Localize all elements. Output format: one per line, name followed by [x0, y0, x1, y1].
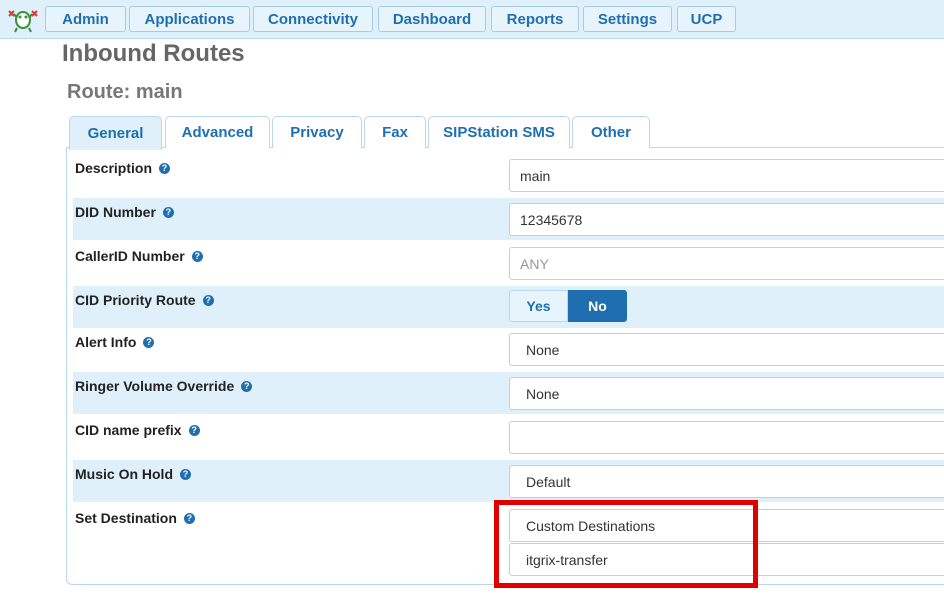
nav-ucp-button[interactable]: UCP	[677, 6, 736, 32]
tab-other[interactable]: Other	[572, 116, 650, 148]
callerid-number-label: CallerID Number ?	[75, 248, 203, 264]
help-icon[interactable]: ?	[162, 206, 174, 218]
nav-reports-button[interactable]: Reports	[491, 6, 579, 32]
cid-priority-yes-button[interactable]: Yes	[509, 290, 568, 322]
freepbx-logo-icon[interactable]	[5, 5, 41, 33]
top-nav-bar: Admin Applications Connectivity Dashboar…	[0, 0, 944, 39]
nav-applications-button[interactable]: Applications	[129, 6, 250, 32]
help-icon[interactable]: ?	[241, 380, 253, 392]
description-label: Description ?	[75, 160, 171, 176]
tab-general[interactable]: General	[69, 116, 162, 150]
callerid-number-input[interactable]: ANY	[509, 247, 944, 280]
nav-connectivity-button[interactable]: Connectivity	[253, 6, 373, 32]
help-icon[interactable]: ?	[188, 424, 200, 436]
description-input[interactable]: main	[509, 159, 944, 192]
tab-privacy[interactable]: Privacy	[272, 116, 362, 148]
set-destination-label: Set Destination ?	[75, 510, 195, 526]
nav-settings-button[interactable]: Settings	[583, 6, 672, 32]
did-number-input[interactable]: 12345678	[509, 203, 944, 236]
tab-advanced[interactable]: Advanced	[165, 116, 270, 148]
route-title: Route: main	[67, 81, 183, 103]
help-icon[interactable]: ?	[191, 250, 203, 262]
cid-name-prefix-input[interactable]	[509, 421, 944, 454]
help-icon[interactable]: ?	[159, 162, 171, 174]
tab-sipstation-sms[interactable]: SIPStation SMS	[428, 116, 570, 148]
highlight-box	[494, 500, 758, 588]
alert-info-select[interactable]: None	[509, 333, 944, 366]
help-icon[interactable]: ?	[180, 468, 191, 480]
cid-priority-route-label: CID Priority Route ?	[75, 292, 214, 308]
cid-priority-route-toggle: Yes No	[509, 290, 627, 322]
music-on-hold-select[interactable]: Default	[509, 465, 944, 498]
cid-name-prefix-label: CID name prefix ?	[75, 422, 200, 438]
help-icon[interactable]: ?	[202, 294, 214, 306]
page-title: Inbound Routes	[62, 40, 245, 67]
nav-dashboard-button[interactable]: Dashboard	[378, 6, 486, 32]
help-icon[interactable]: ?	[183, 512, 195, 524]
ringer-volume-override-select[interactable]: None	[509, 377, 944, 410]
tab-fax[interactable]: Fax	[364, 116, 426, 148]
alert-info-label: Alert Info ?	[75, 334, 155, 350]
music-on-hold-label: Music On Hold ?	[75, 466, 191, 482]
did-number-label: DID Number ?	[75, 204, 174, 220]
cid-priority-no-button[interactable]: No	[568, 290, 627, 322]
ringer-volume-override-label: Ringer Volume Override ?	[75, 378, 253, 394]
help-icon[interactable]: ?	[143, 336, 155, 348]
nav-admin-button[interactable]: Admin	[45, 6, 126, 32]
